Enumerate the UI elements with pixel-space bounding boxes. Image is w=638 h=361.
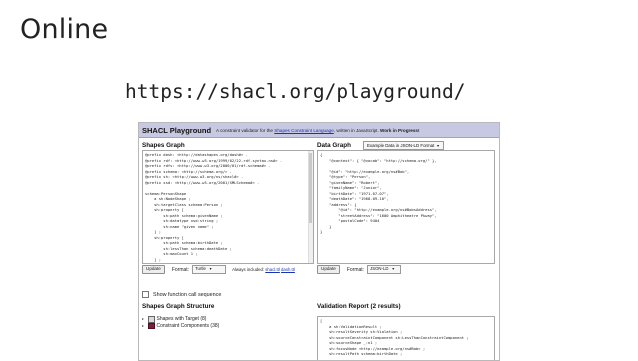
- slide-title: Online: [20, 14, 109, 45]
- tagline-text-2: , written in JavaScript.: [333, 127, 380, 133]
- data-format-select[interactable]: JSON-LD ▼: [367, 265, 402, 274]
- tagline-text: A constraint validator for the: [216, 127, 275, 133]
- shapes-format-select[interactable]: Turtle ▼: [192, 265, 227, 274]
- shapes-structure-heading: Shapes Graph Structure: [142, 303, 215, 310]
- shapes-folder-icon: [148, 316, 155, 323]
- dash-ttl-link[interactable]: dash.ttl: [281, 267, 295, 272]
- shapes-graph-heading: Shapes Graph: [142, 141, 185, 149]
- scrollbar-thumb[interactable]: [309, 153, 312, 223]
- work-in-progress-note: Work in Progress!: [380, 127, 420, 133]
- validation-report-output[interactable]: [ a sh:ValidationResult ; sh:resultSever…: [317, 316, 495, 360]
- shapes-constraint-language-link[interactable]: Shapes Constraint Language: [274, 128, 334, 133]
- always-included-label: Always included:: [232, 267, 266, 272]
- chevron-down-icon: ▼: [391, 267, 395, 272]
- app-title: SHACL Playground: [142, 125, 212, 135]
- data-graph-text[interactable]: { "@context": { "@vocab": "http://schema…: [318, 151, 494, 236]
- shapes-structure-tree: ▸ Shapes with Target (8) ▸ Constraint Co…: [142, 316, 310, 330]
- tree-item-label: Constraint Components (38): [156, 322, 220, 329]
- data-graph-editor[interactable]: { "@context": { "@vocab": "http://schema…: [317, 150, 495, 264]
- slide-url: https://shacl.org/playground/: [125, 80, 466, 103]
- validation-report-heading: Validation Report (2 results): [317, 303, 401, 310]
- shapes-graph-editor[interactable]: @prefix dash: <http://datashapes.org/das…: [142, 150, 314, 264]
- shapes-format-label: Format:: [171, 266, 190, 273]
- tree-item-label: Shapes with Target (8): [156, 316, 207, 322]
- show-function-calls-option[interactable]: Show function call sequence: [142, 291, 221, 298]
- shapes-graph-controls: Update Format: Turtle ▼ Always included: …: [142, 264, 314, 275]
- data-format-label: Format:: [346, 266, 365, 273]
- components-folder-icon: [148, 322, 155, 330]
- data-graph-heading: Data Graph: [317, 141, 351, 149]
- example-data-value: Example Data in JSON-LD Format: [366, 142, 435, 148]
- chevron-down-icon: ▼: [208, 267, 213, 272]
- shapes-graph-text[interactable]: @prefix dash: <http://datashapes.org/das…: [143, 151, 313, 263]
- show-function-calls-checkbox[interactable]: [142, 291, 149, 298]
- data-graph-controls: Update Format: JSON-LD ▼: [317, 264, 495, 275]
- playground-screenshot: SHACL Playground A constraint validator …: [138, 122, 500, 361]
- app-tagline: A constraint validator for the Shapes Co…: [216, 128, 419, 133]
- shapes-update-button[interactable]: Update: [142, 265, 165, 274]
- shapes-editor-scrollbar[interactable]: [308, 151, 313, 263]
- app-header: SHACL Playground A constraint validator …: [139, 123, 499, 138]
- always-included: Always included: shacl.ttl dash.ttl: [232, 267, 295, 272]
- data-graph-header: Data Graph Example Data in JSON-LD Forma…: [317, 140, 495, 150]
- shapes-format-value: Turtle: [195, 266, 206, 272]
- chevron-down-icon: ▼: [436, 143, 440, 148]
- data-update-button[interactable]: Update: [317, 265, 340, 274]
- data-format-value: JSON-LD: [370, 266, 389, 272]
- tree-item-shapes-with-target[interactable]: ▸ Shapes with Target (8): [142, 316, 310, 323]
- shapes-graph-panel: Shapes Graph @prefix dash: <http://datas…: [142, 140, 314, 275]
- data-graph-panel: Data Graph Example Data in JSON-LD Forma…: [317, 140, 495, 275]
- example-data-select[interactable]: Example Data in JSON-LD Format ▼: [362, 140, 444, 150]
- validation-report-text[interactable]: [ a sh:ValidationResult ; sh:resultSever…: [318, 317, 494, 358]
- show-function-calls-label: Show function call sequence: [153, 291, 222, 298]
- tree-item-constraint-components[interactable]: ▸ Constraint Components (38): [142, 323, 310, 330]
- shacl-ttl-link[interactable]: shacl.ttl: [265, 267, 280, 272]
